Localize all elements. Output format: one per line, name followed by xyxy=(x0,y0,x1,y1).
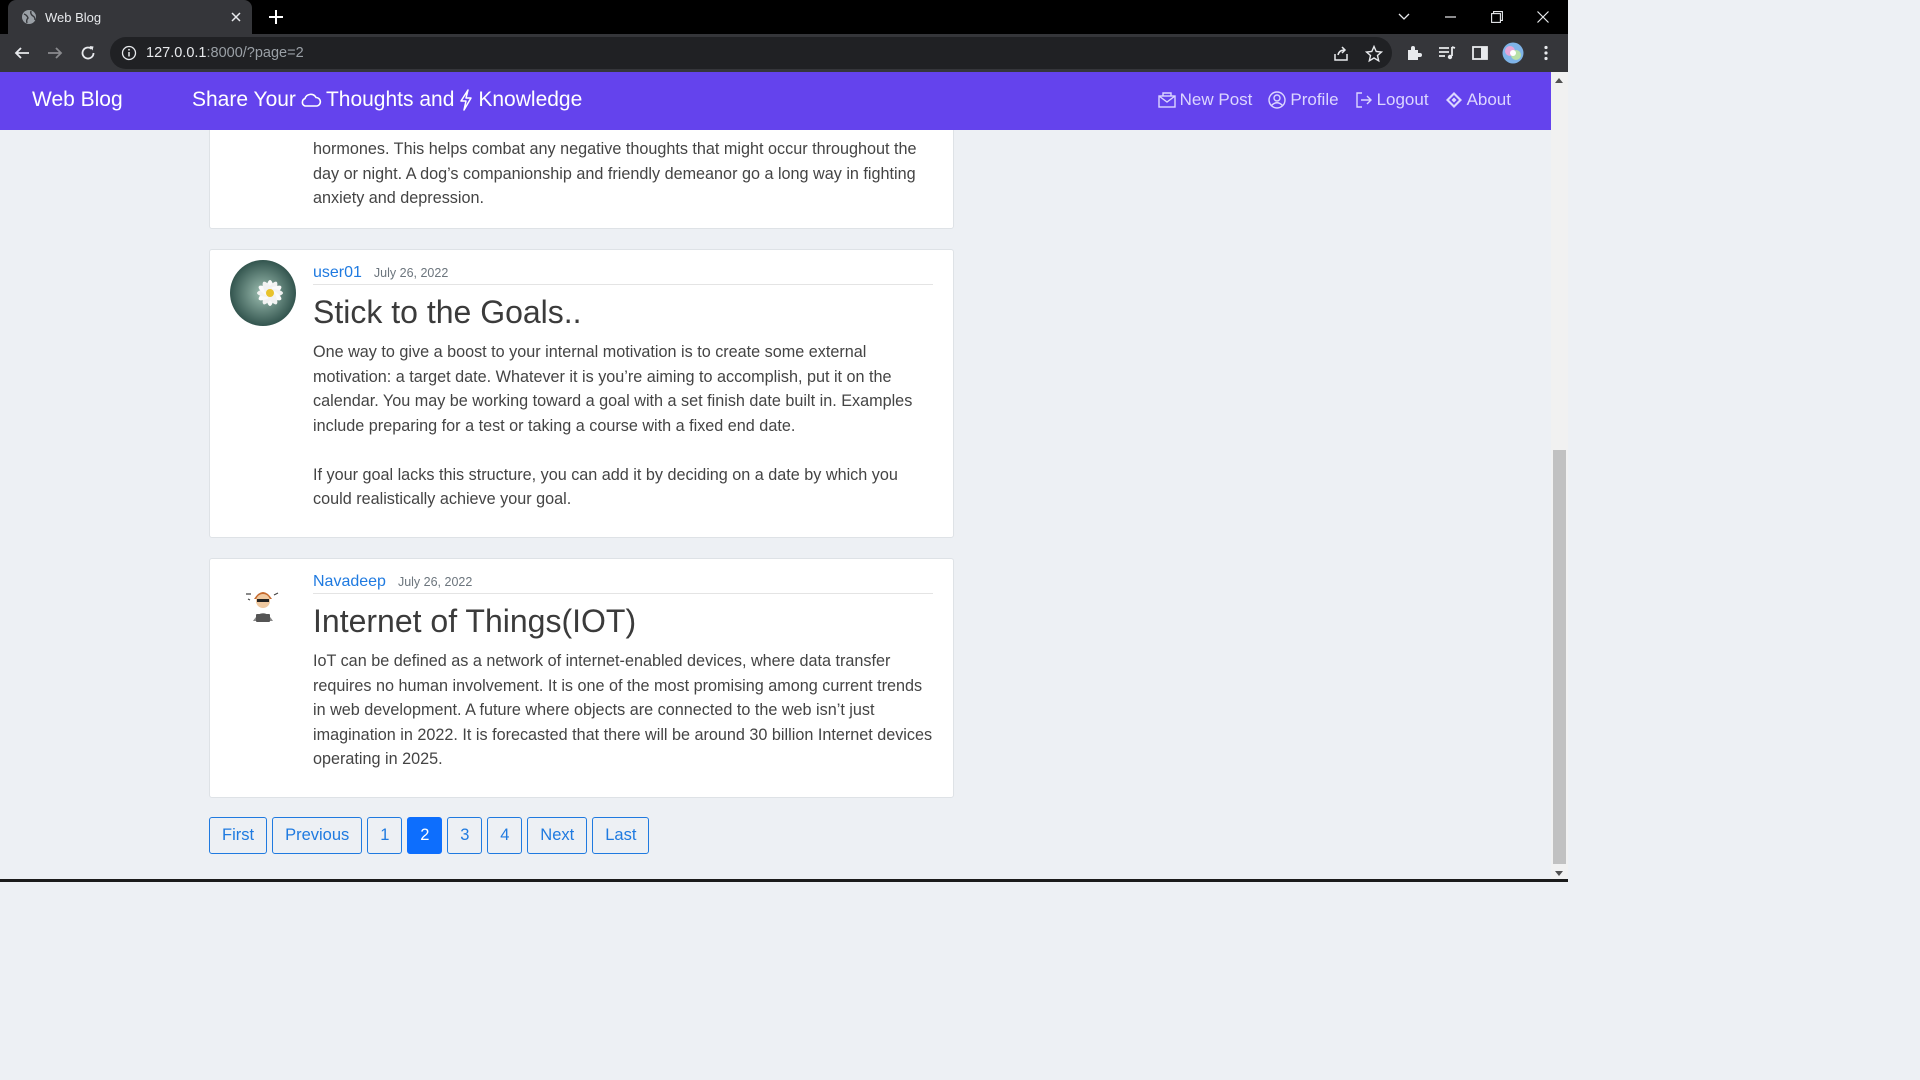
post-card: user01 July 26, 2022 Stick to the Goals.… xyxy=(209,249,954,538)
main-content: hormones. This helps combat any negative… xyxy=(0,130,1551,880)
scroll-thumb[interactable] xyxy=(1553,450,1566,864)
site-info-icon[interactable] xyxy=(121,45,137,61)
bookmark-star-icon[interactable] xyxy=(1365,45,1383,63)
post-paragraph: IoT can be defined as a network of inter… xyxy=(313,652,933,768)
new-post-link[interactable]: New Post xyxy=(1157,90,1253,110)
minimize-icon[interactable] xyxy=(1427,0,1473,34)
site-navbar: Web Blog Share Your Thoughts and Knowled… xyxy=(0,72,1551,130)
previous-page-button[interactable]: Previous xyxy=(272,817,363,854)
extensions-icon[interactable] xyxy=(1400,39,1428,67)
post-title[interactable]: Stick to the Goals.. xyxy=(313,294,582,331)
post-title[interactable]: Internet of Things(IOT) xyxy=(313,603,636,640)
side-panel-icon[interactable] xyxy=(1466,39,1494,67)
close-window-icon[interactable] xyxy=(1520,0,1566,34)
about-label: About xyxy=(1466,90,1511,109)
post-meta: Navadeep July 26, 2022 xyxy=(313,573,933,594)
logout-icon xyxy=(1355,92,1372,108)
post-paragraph: hormones. This helps combat any negative… xyxy=(313,140,917,207)
author-link[interactable]: Navadeep xyxy=(313,573,386,591)
url-text: 127.0.0.1:8000/?page=2 xyxy=(146,45,304,61)
post-paragraph: If your goal lacks this structure, you c… xyxy=(313,465,898,509)
brand-link[interactable]: Web Blog xyxy=(32,88,123,112)
share-icon[interactable] xyxy=(1332,45,1350,63)
user-circle-icon xyxy=(1268,91,1287,109)
page-scrollbar[interactable] xyxy=(1551,72,1568,882)
tagline-text-3: Knowledge xyxy=(478,88,583,111)
tagline-text-2: Thoughts and xyxy=(325,88,455,111)
post-card: hormones. This helps combat any negative… xyxy=(209,130,954,229)
hacker-avatar xyxy=(230,569,296,635)
page-1-button[interactable]: 1 xyxy=(367,817,403,854)
first-page-button[interactable]: First xyxy=(209,817,268,854)
profile-label: Profile xyxy=(1290,90,1339,109)
post-body: One way to give a boost to your internal… xyxy=(313,340,933,536)
window-bottom-border xyxy=(0,879,1568,882)
new-tab-icon[interactable] xyxy=(264,5,288,29)
logout-link[interactable]: Logout xyxy=(1355,90,1429,110)
browser-tab[interactable]: Web Blog xyxy=(8,0,252,34)
tagline-text-1: Share Your xyxy=(192,88,296,111)
nav-links: New Post Profile Logout About xyxy=(1157,90,1511,110)
tagline: Share Your Thoughts and Knowledge xyxy=(192,88,582,112)
tab-search-icon[interactable] xyxy=(1381,0,1427,34)
profile-link[interactable]: Profile xyxy=(1268,90,1339,110)
profile-avatar-icon[interactable] xyxy=(1499,39,1527,67)
scroll-down-arrow[interactable] xyxy=(1555,871,1563,876)
restore-icon[interactable] xyxy=(1474,0,1520,34)
diamond-icon xyxy=(1445,92,1462,108)
post-body: IoT can be defined as a network of inter… xyxy=(313,649,933,796)
chrome-menu-icon[interactable] xyxy=(1532,39,1560,67)
daisy-avatar xyxy=(230,260,296,326)
media-control-icon[interactable] xyxy=(1433,39,1461,67)
new-post-label: New Post xyxy=(1179,90,1253,109)
post-paragraph: One way to give a boost to your internal… xyxy=(313,343,913,435)
page-4-button[interactable]: 4 xyxy=(487,817,523,854)
cloud-icon xyxy=(301,93,322,107)
tab-title: Web Blog xyxy=(45,9,102,25)
logout-label: Logout xyxy=(1376,90,1429,109)
page-2-button[interactable]: 2 xyxy=(407,817,443,854)
post-card: Navadeep July 26, 2022 Internet of Thing… xyxy=(209,558,954,798)
post-date: July 26, 2022 xyxy=(373,266,449,280)
browser-tab-strip: Web Blog xyxy=(0,0,1568,34)
envelope-icon xyxy=(1157,92,1176,108)
post-meta: user01 July 26, 2022 xyxy=(313,264,933,285)
pagination: First Previous 1 2 3 4 Next Last xyxy=(209,817,650,854)
back-icon[interactable] xyxy=(8,39,36,67)
page-3-button[interactable]: 3 xyxy=(447,817,483,854)
close-tab-icon[interactable] xyxy=(224,5,248,29)
globe-icon xyxy=(22,10,36,24)
browser-toolbar: 127.0.0.1:8000/?page=2 xyxy=(0,34,1568,72)
scroll-up-arrow[interactable] xyxy=(1555,78,1563,83)
post-date: July 26, 2022 xyxy=(397,575,473,589)
reload-icon[interactable] xyxy=(74,39,102,67)
last-page-button[interactable]: Last xyxy=(592,817,650,854)
lightning-icon xyxy=(460,89,473,111)
next-page-button[interactable]: Next xyxy=(527,817,588,854)
author-link[interactable]: user01 xyxy=(313,264,362,282)
forward-icon[interactable] xyxy=(41,39,69,67)
post-body: hormones. This helps combat any negative… xyxy=(313,137,933,235)
about-link[interactable]: About xyxy=(1445,90,1511,110)
address-bar[interactable]: 127.0.0.1:8000/?page=2 xyxy=(110,37,1392,69)
